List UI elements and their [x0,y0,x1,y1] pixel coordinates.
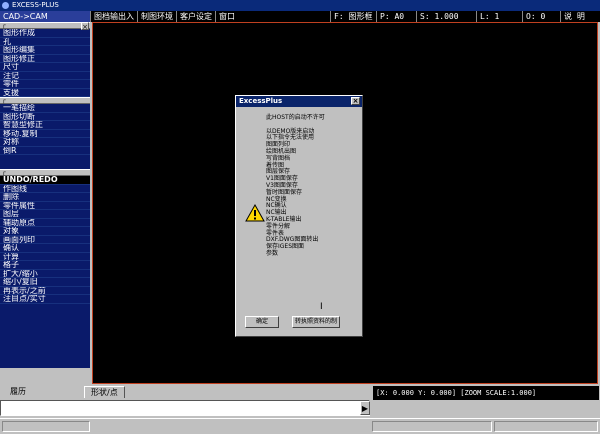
status-layer[interactable]: F: 图形框 [330,11,376,22]
help-button[interactable]: 说 明 [560,11,600,22]
panel-footer [0,368,90,384]
command-item[interactable]: 对称 [0,138,90,147]
status-line[interactable]: L: 1 [476,11,522,22]
menu-window[interactable]: 窗口 [215,11,238,22]
command-item[interactable]: 图层 [0,210,90,219]
status-origin[interactable]: O: 0 [522,11,560,22]
command-panel: ┌ × 图形作成孔图形编集 图形修正 尺寸 注记 零件 支援 ┌ 一笔描绘 图形切断 智慧型修… [0,22,90,384]
text-cursor-icon: I [320,302,323,312]
command-item[interactable]: 辅助原点 [0,219,90,227]
status-pane-3 [494,421,598,432]
window-title: EXCESS-PLUS [12,1,59,9]
tab-history[interactable]: 履历 [4,386,32,398]
command-item[interactable]: 画面列印 [0,236,90,244]
menu-customer-settings[interactable]: 客户设定 [176,11,215,22]
panel-spacer [0,155,90,169]
tab-shape-point[interactable]: 形状/点 [84,386,125,398]
command-item[interactable]: 注记 [0,72,90,80]
command-group-2: 一笔描绘 图形切断 智慧型修正 移动.复制 对称 倒R [0,104,90,155]
command-item[interactable]: 确认 [0,244,90,253]
command-item[interactable]: 尺寸 [0,63,90,72]
command-input[interactable] [0,400,370,416]
command-item[interactable]: 图形切断 [0,113,90,121]
command-item[interactable]: 零件属性 [0,202,90,210]
bottom-bar: 履历 形状/点 [X: 0.000 Y: 0.000] [ZOOM SCALE:… [0,384,600,434]
panel-group-separator: ┌ [0,22,90,29]
ok-button[interactable]: 确定 [245,316,279,328]
command-item[interactable]: 删除 [0,193,90,202]
status-scale[interactable]: S: 1.000 [416,11,476,22]
menu-file-io[interactable]: 图档输出入 [90,11,137,22]
command-item[interactable]: 移动.复制 [0,130,90,138]
mode-label[interactable]: CAD->CAM [0,11,90,22]
undo-redo-header[interactable]: UNDO/REDO [0,176,90,185]
menu-drawing-env[interactable]: 制图环境 [137,11,176,22]
dialog-message-line: 此HOST的启动不许可 [266,114,325,121]
dialog-message-line: 参数 [266,250,279,257]
demo-warning-dialog: ExcessPlus × 此HOST的启动不许可 以DEMO版来启动 以下指令无法使… [235,95,363,337]
command-group-1: 图形作成孔图形编集 图形修正 尺寸 注记 零件 支援 [0,29,90,97]
title-bar: EXCESS-PLUS [0,0,600,11]
top-strip: CAD->CAM 图档输出入 制图环境 客户设定 窗口 F: 图形框 P: A0… [0,11,600,22]
dialog-close-button[interactable]: × [351,97,360,105]
status-pen[interactable]: P: A0 [376,11,416,22]
command-arrow-icon[interactable]: ▶ [360,401,370,415]
command-item[interactable]: 倒R [0,147,90,155]
command-item[interactable]: 孔 [0,38,90,46]
app-window: EXCESS-PLUS CAD->CAM 图档输出入 制图环境 客户设定 窗口 … [0,0,600,434]
status-pane-2 [372,421,492,432]
command-item[interactable]: 格子 [0,261,90,270]
command-item[interactable]: 零件 [0,80,90,89]
dialog-title: ExcessPlus [239,97,283,105]
command-item[interactable]: 智慧型修正 [0,121,90,130]
warning-icon [245,204,265,222]
command-group-3: 作图线 删除 零件属性 图层 辅助原点 对象 画面列印 确认 计算 格子 扩大/缩小 缩小/复旧 再表示… [0,185,90,304]
command-item[interactable]: 作图线 [0,185,90,193]
command-item[interactable]: 计算 [0,253,90,261]
panel-close-icon[interactable]: × [81,22,89,31]
command-item[interactable]: 支援 [0,89,90,97]
command-item[interactable]: 一笔描绘 [0,104,90,113]
command-item[interactable]: 图形修正 [0,55,90,63]
command-item[interactable]: 注目点/实寸 [0,295,90,304]
command-item[interactable]: 对象 [0,227,90,236]
command-item[interactable]: 图形作成 [0,29,90,38]
command-item[interactable]: 扩大/缩小 [0,270,90,278]
dialog-title-bar: ExcessPlus × [236,96,362,107]
panel-group-separator: ┌ [0,97,90,104]
app-logo-icon [2,2,9,9]
panel-group-separator: ┌ [0,169,90,176]
command-item[interactable]: 缩小/复旧 [0,278,90,287]
command-item[interactable]: 图形编集 [0,46,90,55]
license-info-button[interactable]: 转执照资料的制 [292,316,340,328]
status-pane-1 [2,421,90,432]
command-item[interactable]: 再表示/之前 [0,287,90,295]
coordinate-readout: [X: 0.000 Y: 0.000] [ZOOM SCALE:1.000] [373,386,599,400]
